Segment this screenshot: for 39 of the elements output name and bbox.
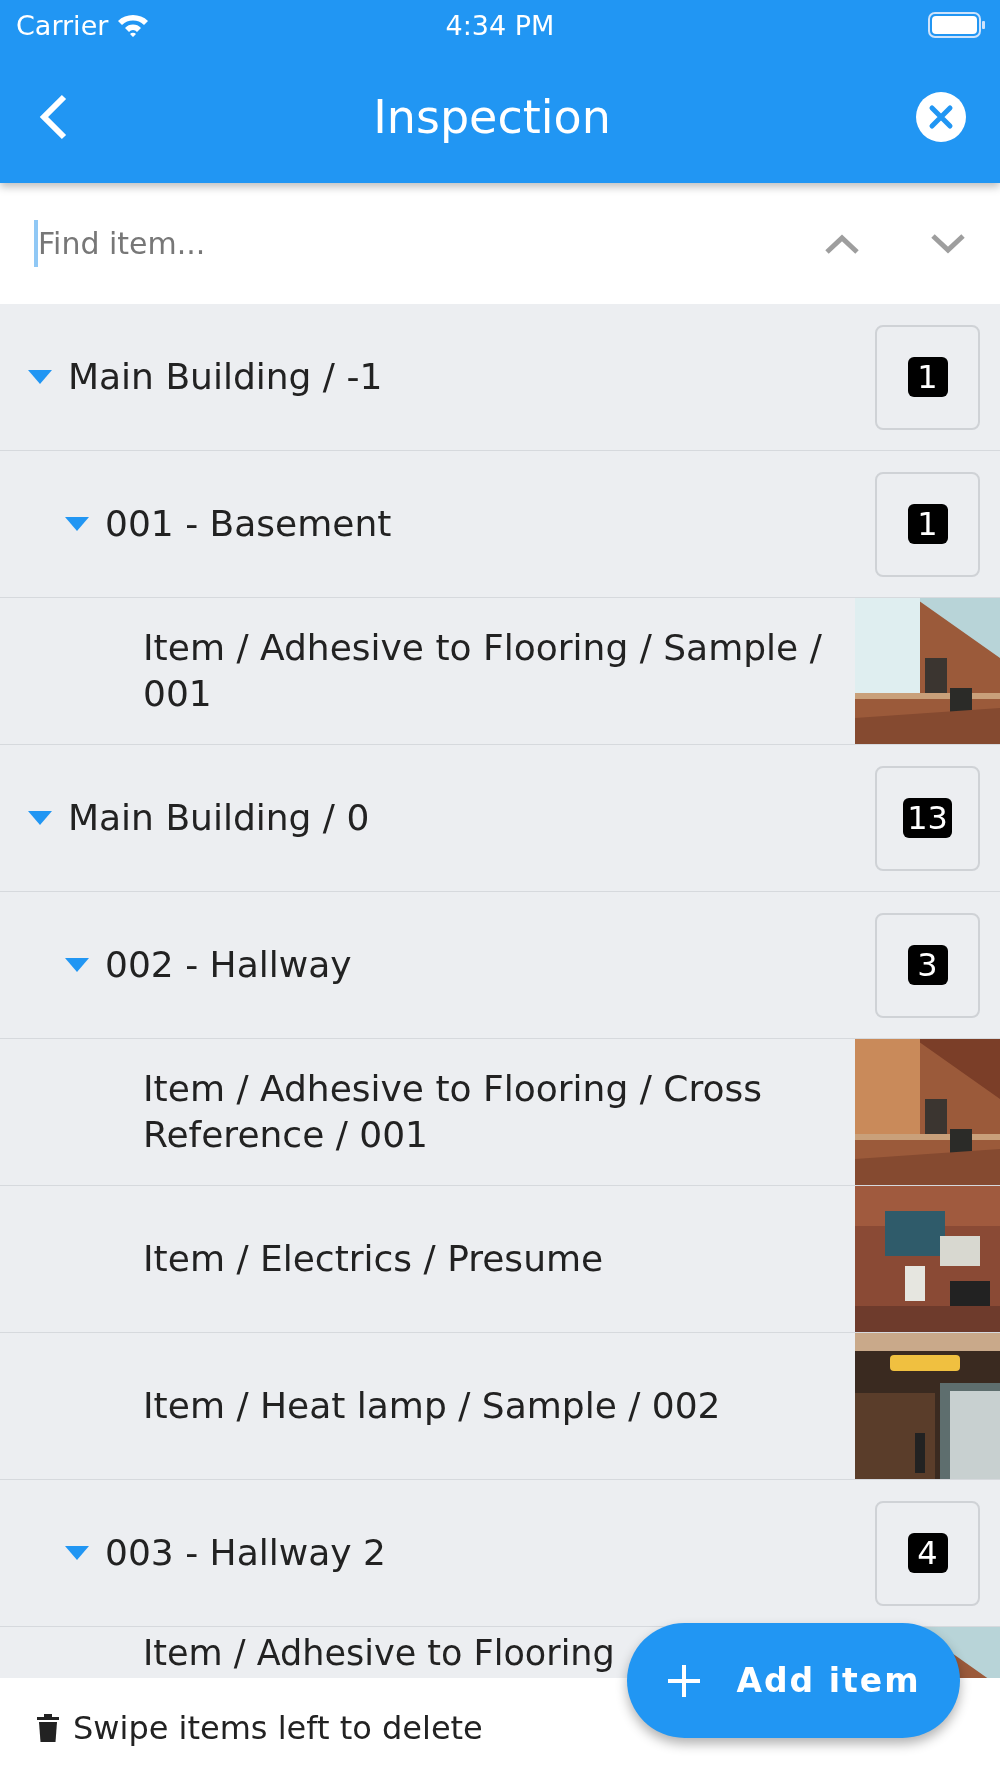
group-label[interactable]: Main Building / 0: [68, 795, 370, 841]
expand-caret-icon[interactable]: [28, 811, 52, 825]
count-box[interactable]: 1: [875, 324, 980, 430]
count-box[interactable]: 4: [875, 1500, 980, 1606]
group-label[interactable]: 002 - Hallway: [105, 942, 352, 988]
swipe-hint: Swipe items left to delete: [73, 1709, 483, 1747]
screen-title: Inspection: [373, 89, 611, 144]
battery-icon: [928, 12, 986, 38]
count-box[interactable]: 13: [875, 765, 980, 871]
group-label[interactable]: Main Building / -1: [68, 354, 383, 400]
count-badge: 1: [907, 357, 948, 397]
back-icon[interactable]: [38, 93, 68, 140]
carrier-name: Carrier: [16, 9, 109, 41]
expand-caret-icon[interactable]: [65, 1546, 89, 1560]
search-bar[interactable]: Find item...: [0, 183, 1000, 304]
expand-caret-icon[interactable]: [28, 370, 52, 384]
chevron-down-icon[interactable]: [930, 232, 966, 255]
count-box[interactable]: 3: [875, 912, 980, 1018]
wifi-icon: [116, 12, 151, 38]
chevron-up-icon[interactable]: [824, 232, 860, 255]
trash-icon: [37, 1714, 59, 1742]
group-label[interactable]: 001 - Basement: [105, 501, 392, 547]
item-label[interactable]: Item / Adhesive to Flooring / Sample / 001: [143, 625, 839, 717]
count-badge: 4: [907, 1533, 948, 1573]
expand-caret-icon[interactable]: [65, 958, 89, 972]
close-icon[interactable]: [916, 91, 966, 142]
plus-icon: [666, 1662, 703, 1699]
item-label[interactable]: Item / Electrics / Presume: [143, 1236, 604, 1282]
status-time: 4:34 PM: [444, 9, 556, 41]
count-badge: 3: [907, 945, 948, 985]
item-label[interactable]: Item / Adhesive to Flooring / Cross Reference / 001: [143, 1066, 839, 1158]
group-label[interactable]: 003 - Hallway 2: [105, 1530, 386, 1576]
search-field[interactable]: Find item...: [34, 220, 754, 267]
count-box[interactable]: 1: [875, 471, 980, 577]
count-badge: 13: [903, 798, 952, 838]
expand-caret-icon[interactable]: [65, 517, 89, 531]
item-label[interactable]: Item / Heat lamp / Sample / 002: [143, 1383, 721, 1429]
count-badge: 1: [907, 504, 948, 544]
item-label[interactable]: Item / Adhesive to Flooring: [143, 1630, 615, 1676]
